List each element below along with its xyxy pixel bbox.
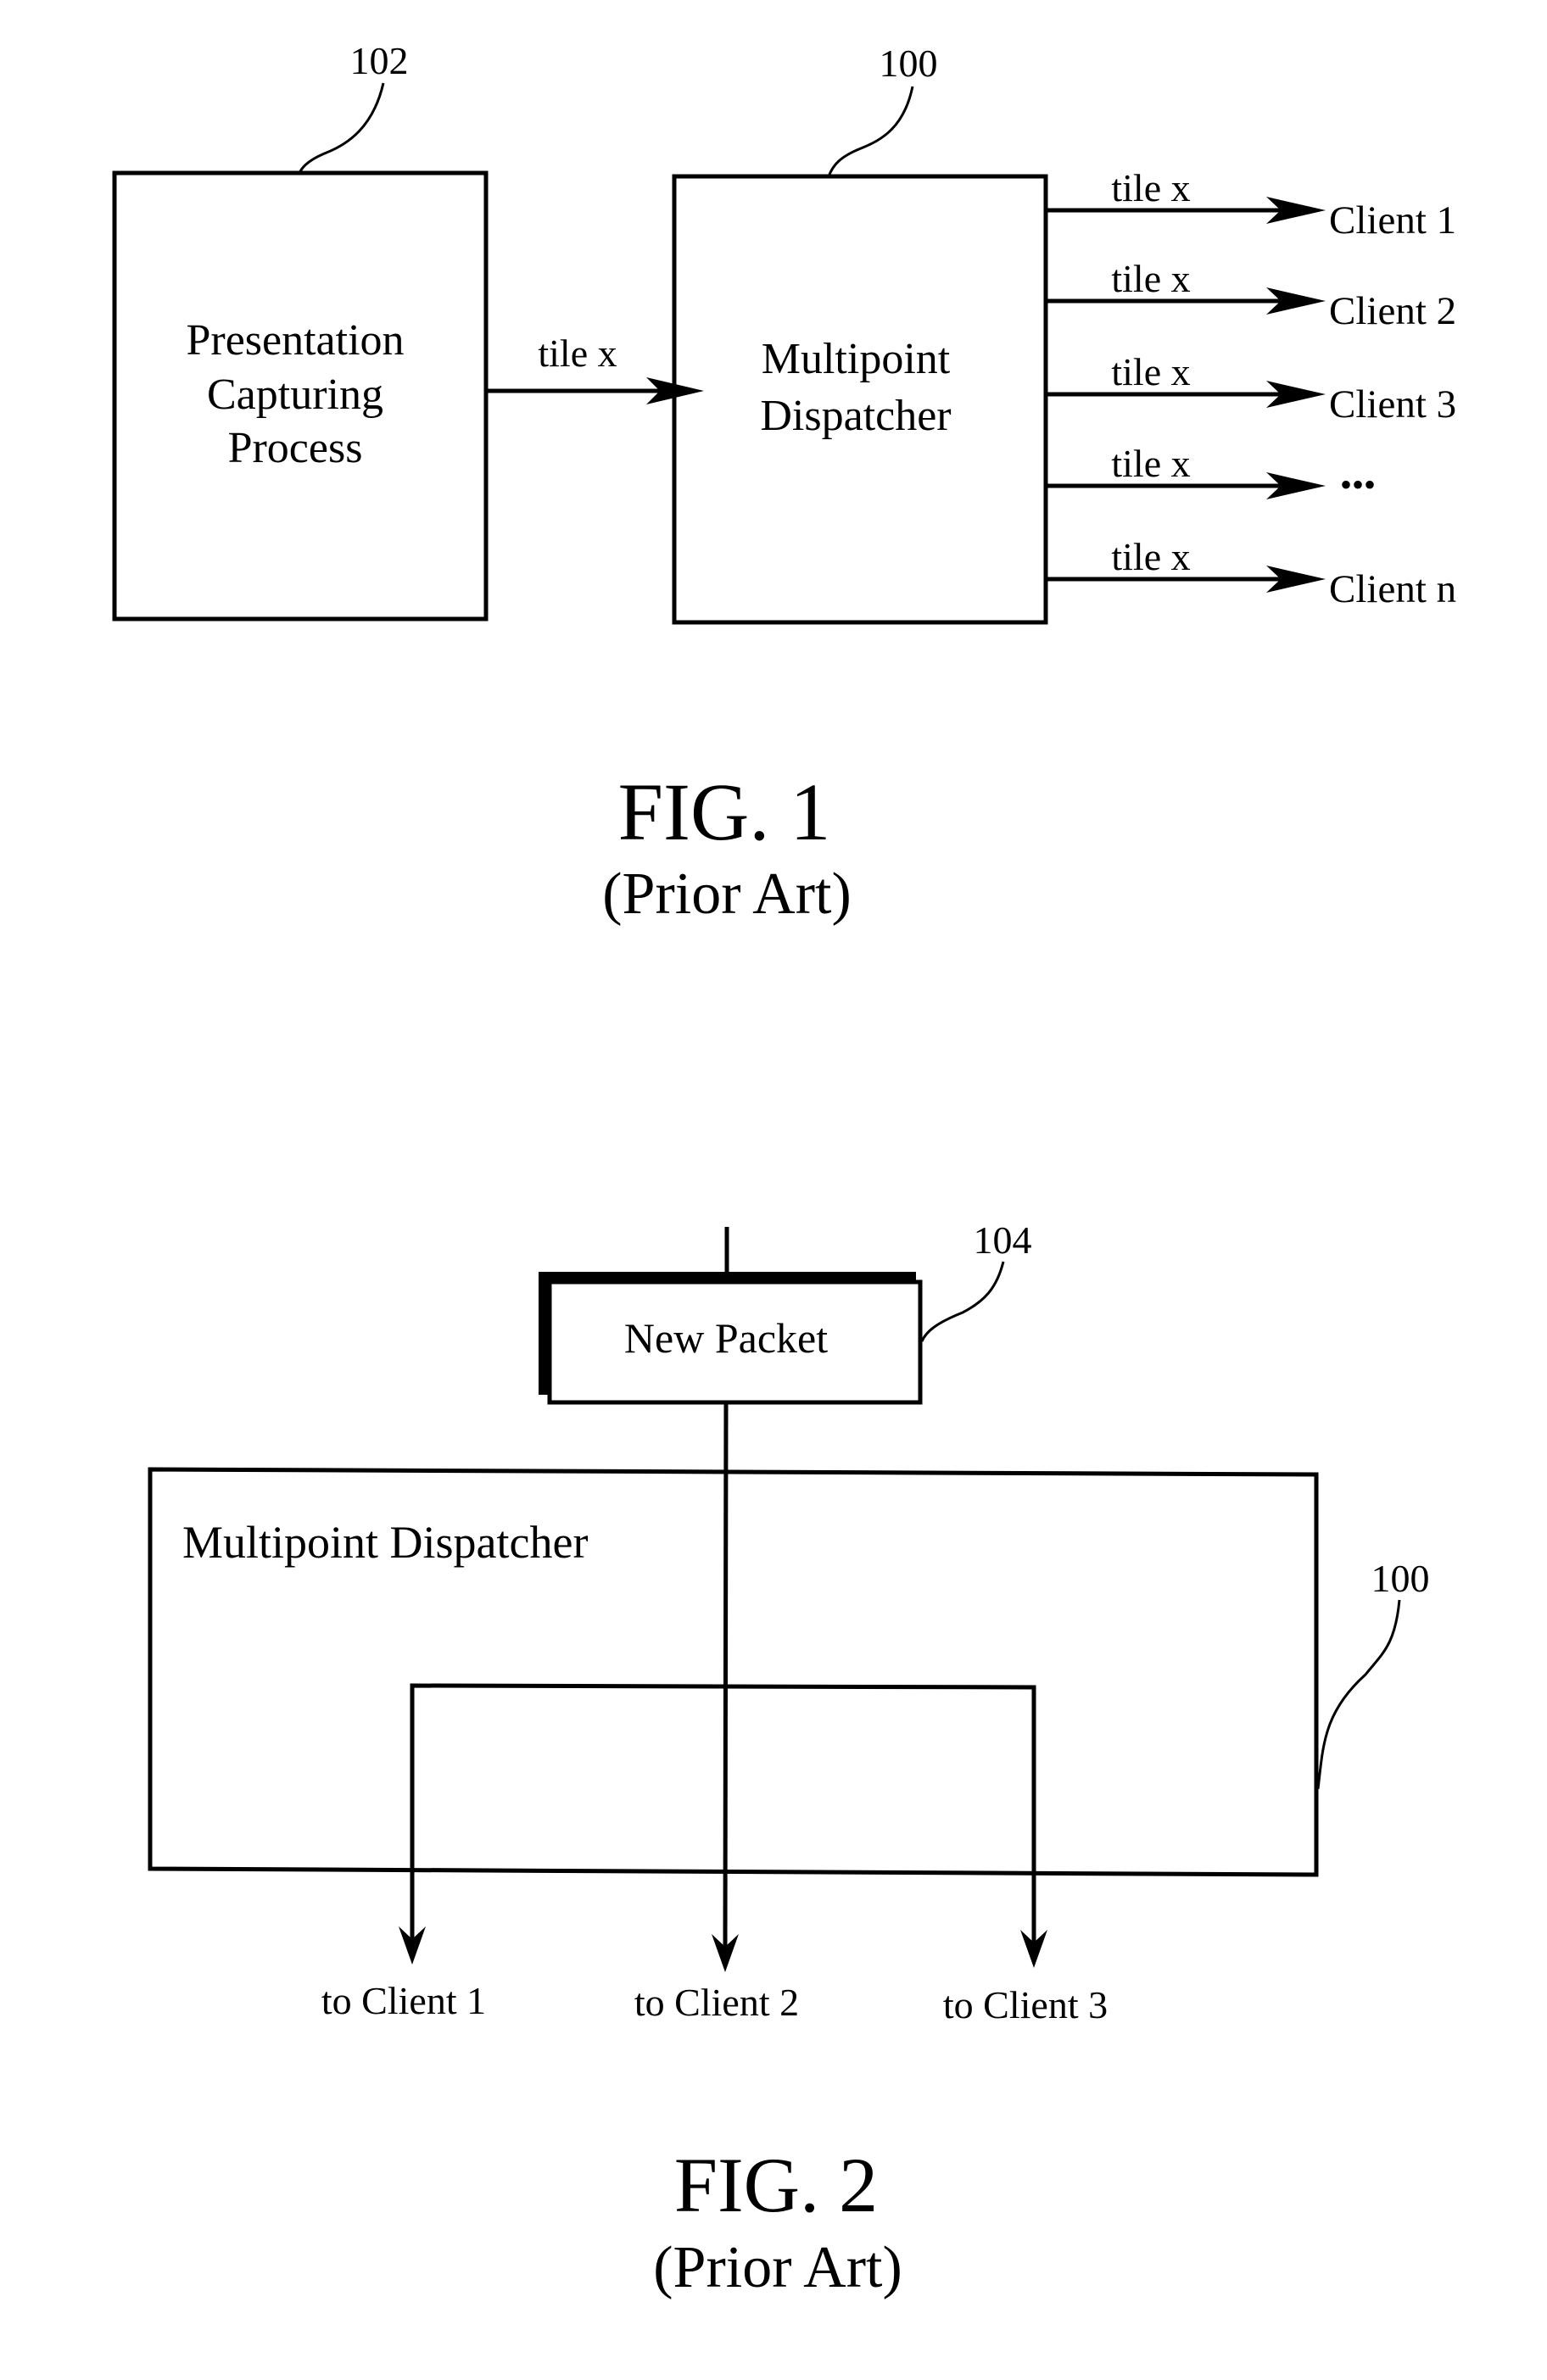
output-arrow-row: tile x Client 1 [1046,166,1456,242]
client-output: to Client 1 [321,1926,486,2022]
client-label: Client 2 [1329,289,1456,333]
output-arrow-row: tile x Client 3 [1046,350,1456,426]
client-output: to Client 2 [634,1934,799,2024]
to-client-label: to Client 1 [321,1979,486,2022]
side-branch-lines [410,1683,1036,1950]
figure-1-caption: FIG. 1 [618,766,831,857]
ref-102-label: 102 [350,39,409,82]
to-client-label: to Client 3 [943,1983,1108,2026]
output-arrow-label: tile x [1111,442,1190,485]
client-label: Client 1 [1329,198,1456,242]
output-arrow-row: tile x ••• [1046,442,1376,504]
output-arrow-label: tile x [1111,166,1190,209]
ref-104-label: 104 [974,1218,1032,1262]
ref-100-label-fig1: 100 [880,42,938,85]
figure-2-subcaption: (Prior Art) [653,2235,902,2300]
new-packet-label: New Packet [624,1314,828,1362]
dispatcher-block-fig1: Multipoint Dispatcher 100 [672,42,1048,625]
output-arrows: tile x Client 1 tile x Client 2 tile x Client… [1046,166,1456,611]
to-client-label: to Client 2 [634,1981,799,2024]
client-outputs: to Client 1 to Client 2 to Client 3 [321,1926,1108,2026]
input-arrow-label: tile x [538,332,617,375]
output-arrow-row: tile x Client n [1046,535,1456,611]
client-output: to Client 3 [943,1930,1108,2026]
output-arrow-label: tile x [1111,257,1190,300]
capture-process-label-line-3: Process [228,424,363,472]
dispatcher-label-line-1: Multipoint [762,335,951,383]
dispatcher-block-fig2: Multipoint Dispatcher 100 [148,1467,1430,1877]
client-label: Client n [1329,567,1456,611]
patent-drawing-sheet: Presentation Capturing Process 102 tile … [112,39,1456,2300]
dispatcher-label-line-2: Dispatcher [760,392,951,440]
output-arrow-label: tile x [1111,350,1190,393]
figure-2-caption: FIG. 2 [674,2142,878,2228]
ref-100-label-fig2: 100 [1371,1557,1430,1600]
figure-1-subcaption: (Prior Art) [602,861,852,927]
figure-1: Presentation Capturing Process 102 tile … [112,39,1456,927]
capture-process-label-line-1: Presentation [186,316,404,365]
dispatcher-label-fig2: Multipoint Dispatcher [182,1517,588,1568]
center-branch-line [723,1402,729,1951]
new-packet-block: New Packet 104 [539,1218,1032,1405]
capture-process-block: Presentation Capturing Process 102 [112,39,489,621]
ref-100-leader-line-fig1 [827,86,914,177]
ref-104-leader-line [920,1261,1005,1342]
ref-102-leader-line [298,82,385,174]
output-arrow-row: tile x Client 2 [1046,257,1456,333]
ref-100-leader-line-fig2 [1316,1599,1401,1790]
client-label: Client 3 [1329,382,1456,426]
figure-2: New Packet 104 Multipoint Dispatcher 100… [148,1218,1430,2300]
input-arrow: tile x [486,332,704,404]
output-arrow-label: tile x [1111,535,1190,578]
capture-process-label-line-2: Capturing [207,371,383,419]
more-clients-ellipsis: ••• [1340,465,1376,504]
